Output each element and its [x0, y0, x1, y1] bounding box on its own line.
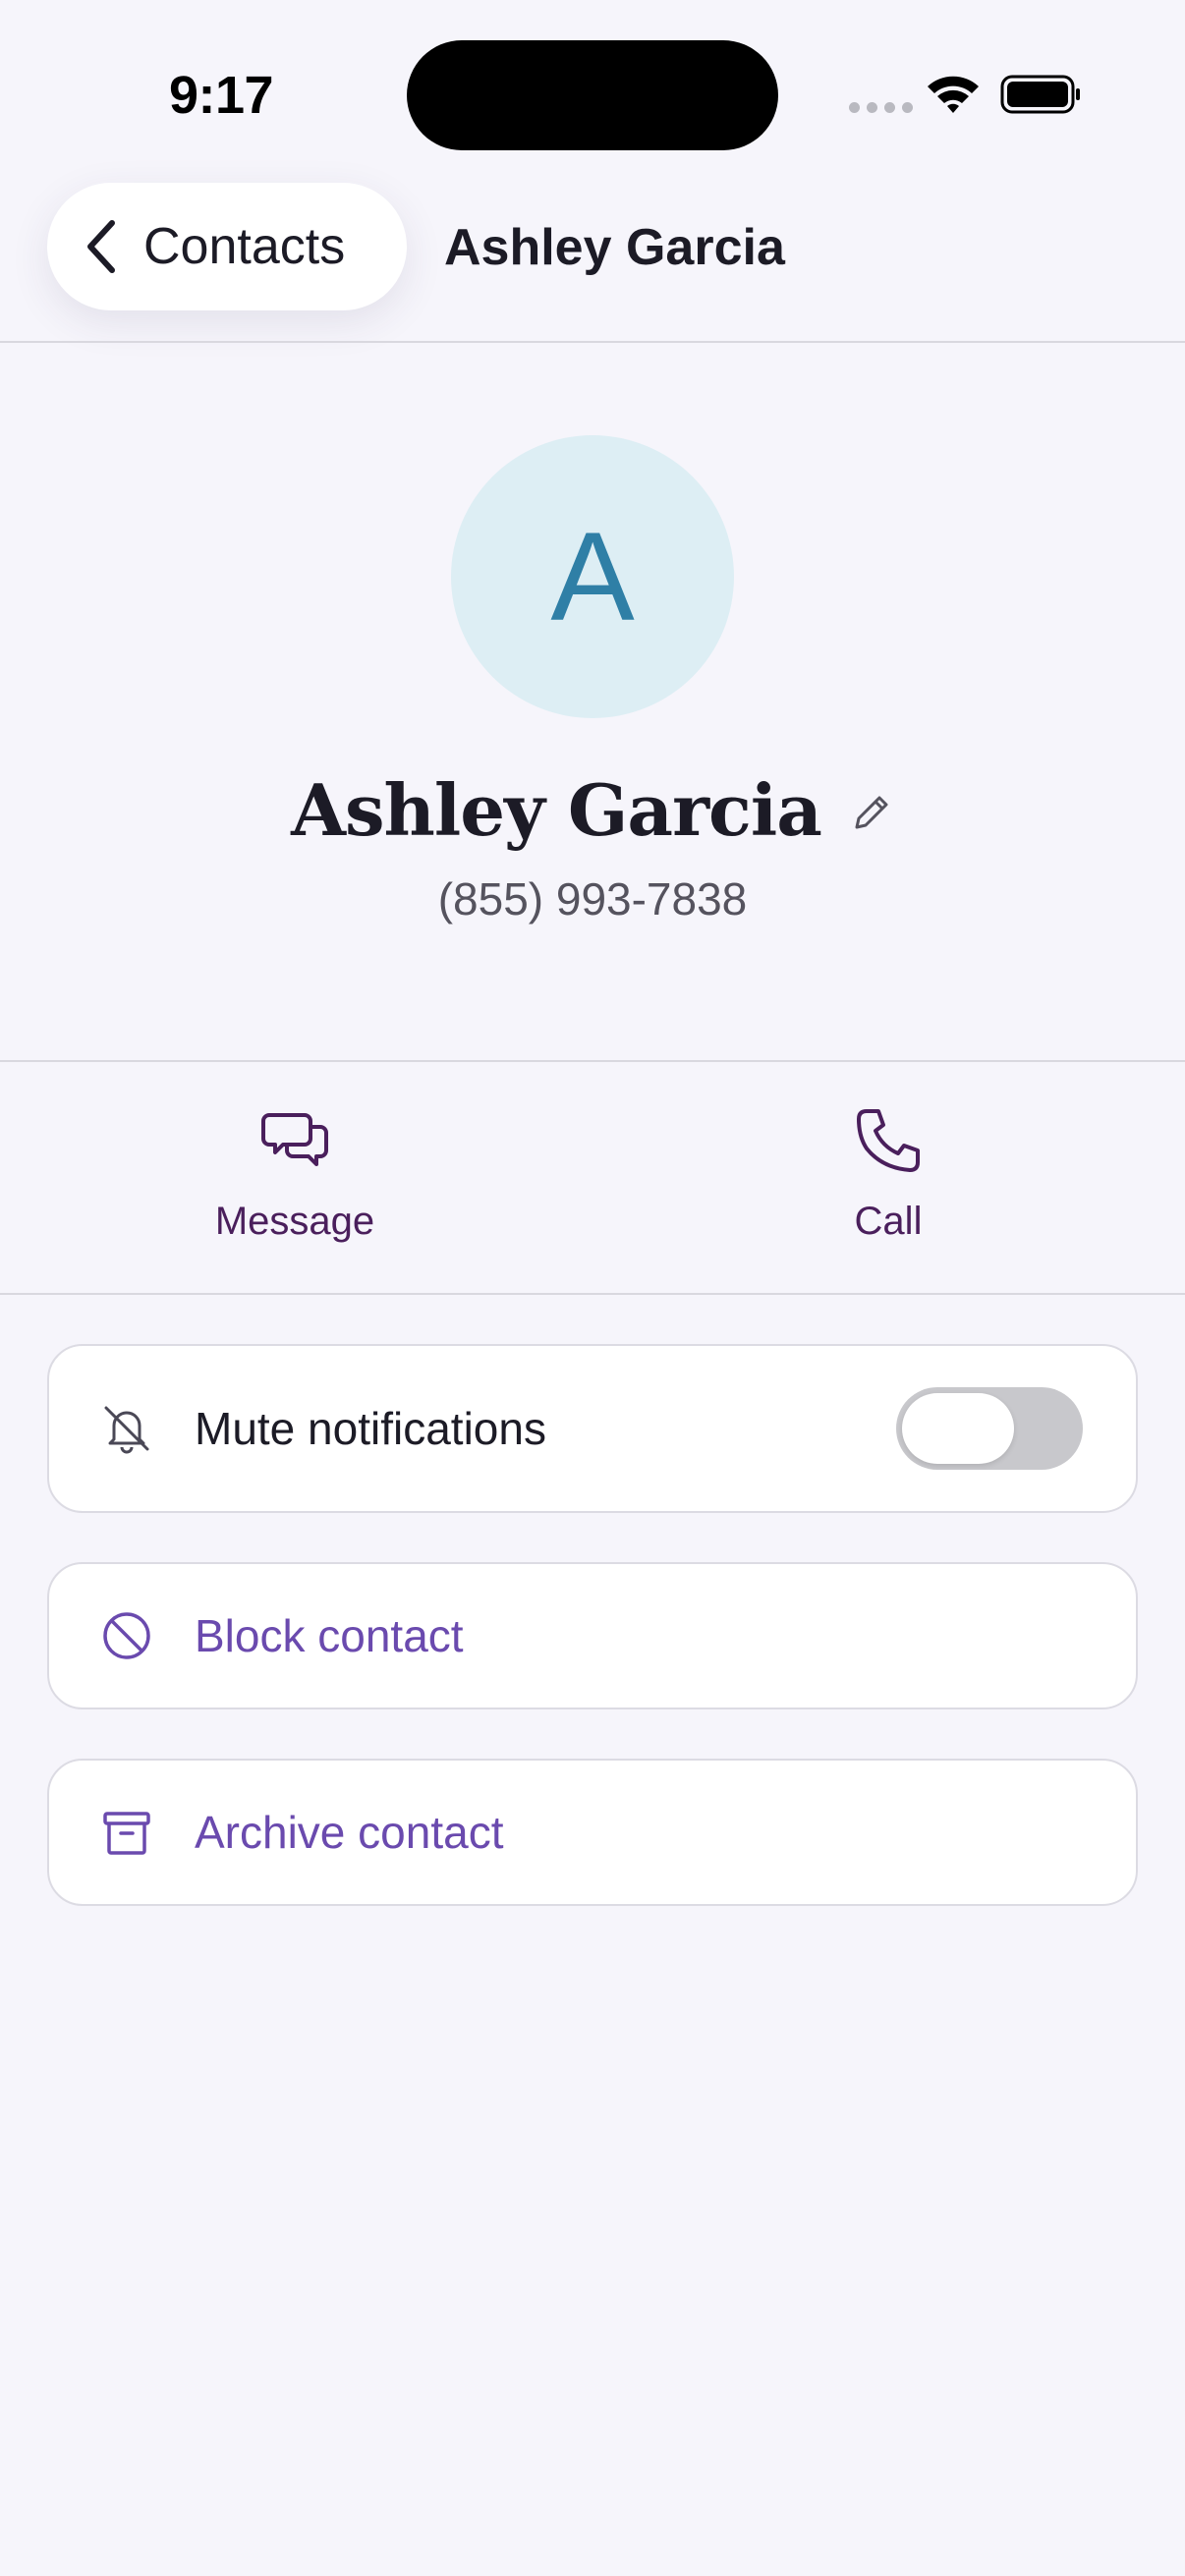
nav-title: Ashley Garcia	[444, 219, 785, 276]
bell-off-icon	[104, 1406, 149, 1454]
avatar-initial: A	[550, 506, 635, 647]
chevron-left-icon	[87, 220, 115, 273]
chat-bubbles-icon	[261, 1113, 328, 1166]
archive-contact-button[interactable]: Archive contact	[47, 1759, 1138, 1906]
section-divider	[0, 1060, 1185, 1062]
back-button-label: Contacts	[143, 218, 346, 275]
avatar: A	[451, 435, 734, 718]
nav-divider	[0, 341, 1185, 343]
cellular-signal-icon	[849, 102, 913, 113]
block-contact-label: Block contact	[195, 1610, 464, 1661]
call-label: Call	[854, 1200, 923, 1243]
dynamic-island	[407, 40, 778, 150]
wifi-icon	[928, 76, 979, 113]
archive-contact-label: Archive contact	[195, 1807, 504, 1858]
status-time: 9:17	[169, 66, 274, 125]
block-icon	[103, 1612, 150, 1659]
toggle-knob	[902, 1393, 1014, 1464]
battery-icon	[1000, 75, 1080, 114]
block-contact-button[interactable]: Block contact	[47, 1562, 1138, 1709]
section-divider	[0, 1293, 1185, 1295]
message-button[interactable]: Message	[147, 1105, 442, 1244]
message-label: Message	[214, 1200, 375, 1243]
phone-icon	[857, 1109, 920, 1172]
call-button[interactable]: Call	[741, 1105, 1036, 1244]
contact-name: Ashley Garcia	[291, 768, 822, 852]
contact-phone: (855) 993-7838	[437, 873, 748, 924]
mute-notifications-label: Mute notifications	[195, 1403, 546, 1454]
mute-notifications-row: Mute notifications	[47, 1344, 1138, 1513]
contact-detail-screen: 9:17 Contacts Ashley Garcia A Ashley Gar…	[0, 0, 1185, 2576]
back-button[interactable]: Contacts	[47, 183, 407, 310]
pencil-edit-icon[interactable]	[849, 790, 894, 835]
archive-box-icon	[103, 1812, 150, 1855]
mute-notifications-toggle[interactable]	[896, 1387, 1083, 1470]
name-row: Ashley Garcia	[0, 768, 1185, 852]
